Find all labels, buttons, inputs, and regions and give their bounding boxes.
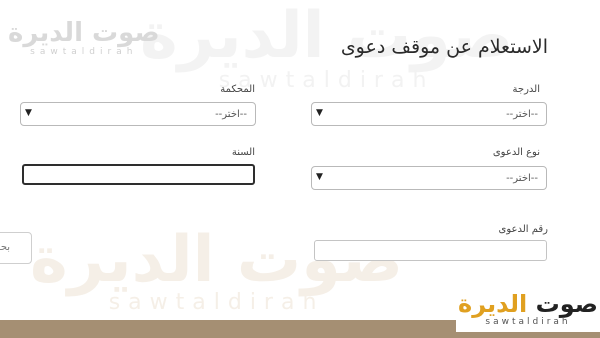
year-input[interactable] <box>22 164 255 185</box>
court-label: المحكمة <box>220 84 255 95</box>
degree-label: الدرجة <box>512 84 540 95</box>
search-button[interactable]: بحث <box>0 232 32 264</box>
watermark-latin: sawtaldirah <box>218 68 435 93</box>
case-type-select[interactable]: --اختر-- ▼ <box>311 166 547 190</box>
page-title: الاستعلام عن موقف دعوى <box>340 36 548 58</box>
logo-latin: sawtaldirah <box>485 317 571 327</box>
case-type-label: نوع الدعوى <box>492 147 540 158</box>
year-label: السنة <box>231 147 255 158</box>
chevron-down-icon: ▼ <box>316 108 323 118</box>
watermark-arabic: صوت الديرة <box>8 18 160 48</box>
watermark-latin: sawtaldirah <box>108 290 325 315</box>
logo-word-2: الديرة <box>458 290 528 318</box>
site-logo: صوت الديرة sawtaldirah <box>456 288 600 332</box>
case-number-label: رقم الدعوى <box>498 224 548 235</box>
watermark-top-left: صوت الديرة sawtaldirah <box>8 20 160 57</box>
degree-select[interactable]: --اختر-- ▼ <box>311 102 547 126</box>
degree-select-value: --اختر-- <box>506 109 538 120</box>
logo-text: صوت الديرة <box>456 291 600 317</box>
watermark-latin: sawtaldirah <box>30 47 138 57</box>
court-select-value: --اختر-- <box>215 109 247 120</box>
court-select[interactable]: --اختر-- ▼ <box>20 102 256 126</box>
logo-word-1: صوت <box>535 290 598 318</box>
chevron-down-icon: ▼ <box>25 108 32 118</box>
case-number-input[interactable] <box>314 240 547 261</box>
case-type-select-value: --اختر-- <box>506 173 538 184</box>
chevron-down-icon: ▼ <box>316 172 323 182</box>
